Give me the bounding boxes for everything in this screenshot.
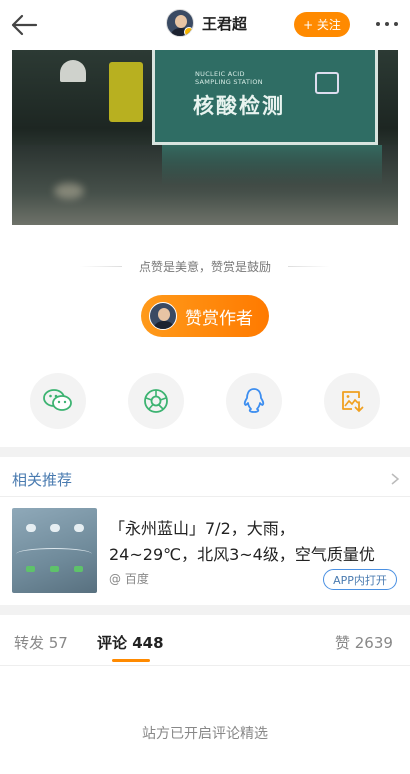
- sampling-booth: NUCLEIC ACID SAMPLING STATION 核酸检测: [152, 50, 378, 145]
- recommendation-source: @ 百度: [109, 572, 149, 586]
- wechat-icon: [43, 389, 72, 411]
- tab-comments[interactable]: 评论 448: [97, 632, 164, 653]
- share-qq-button[interactable]: [226, 373, 282, 429]
- post-image[interactable]: NUCLEIC ACID SAMPLING STATION 核酸检测: [12, 50, 398, 225]
- active-tab-indicator: [112, 659, 150, 662]
- author-avatar[interactable]: [166, 9, 194, 37]
- tab-repost[interactable]: 转发 57: [14, 632, 68, 653]
- trash-bin: [109, 62, 143, 122]
- reward-hint: 点赞是美意，赞赏是鼓励: [138, 260, 271, 274]
- author-info[interactable]: 王君超: [166, 9, 247, 37]
- recommendation-text[interactable]: 「永州蓝山」7/2，大雨， 24~29℃，北风3~4级，空气质量优: [109, 516, 399, 568]
- booth-logo: [315, 72, 339, 94]
- section-divider: [0, 447, 410, 457]
- more-options-icon[interactable]: [370, 14, 404, 34]
- reward-button-label: 赞赏作者: [185, 308, 253, 329]
- tab-likes[interactable]: 赞 2639: [335, 632, 393, 653]
- share-row: [0, 373, 410, 429]
- share-wechat-button[interactable]: [30, 373, 86, 429]
- booth-sign-en-2: SAMPLING STATION: [195, 78, 263, 86]
- recommendation-thumbnail[interactable]: [12, 508, 97, 593]
- save-image-button[interactable]: [324, 373, 380, 429]
- related-title: 相关推荐: [12, 471, 73, 489]
- recommendation-line-2: 24~29℃，北风3~4级，空气质量优: [109, 545, 375, 564]
- section-divider: [0, 605, 410, 615]
- save-image-icon: [342, 391, 364, 413]
- follow-button[interactable]: + 关注: [294, 12, 350, 37]
- booth-sign-en-1: NUCLEIC ACID: [195, 70, 245, 78]
- author-name[interactable]: 王君超: [202, 13, 247, 34]
- qq-icon: [243, 388, 265, 413]
- share-moments-button[interactable]: [128, 373, 184, 429]
- top-bar: 王君超 + 关注: [0, 0, 410, 50]
- open-in-app-button[interactable]: APP内打开: [323, 569, 397, 590]
- back-button[interactable]: [6, 8, 42, 42]
- comment-curation-notice: 站方已开启评论精选: [142, 726, 268, 742]
- back-arrow-icon: [11, 14, 38, 36]
- recommendation-line-1: 「永州蓝山」7/2，大雨，: [109, 519, 295, 538]
- verified-badge-icon: [184, 27, 193, 36]
- reward-avatar: [149, 302, 177, 330]
- moments-icon: [144, 389, 168, 413]
- chevron-right-icon[interactable]: [390, 472, 400, 486]
- reward-author-button[interactable]: 赞赏作者: [141, 295, 269, 337]
- booth-sign-cn: 核酸检测: [193, 94, 285, 118]
